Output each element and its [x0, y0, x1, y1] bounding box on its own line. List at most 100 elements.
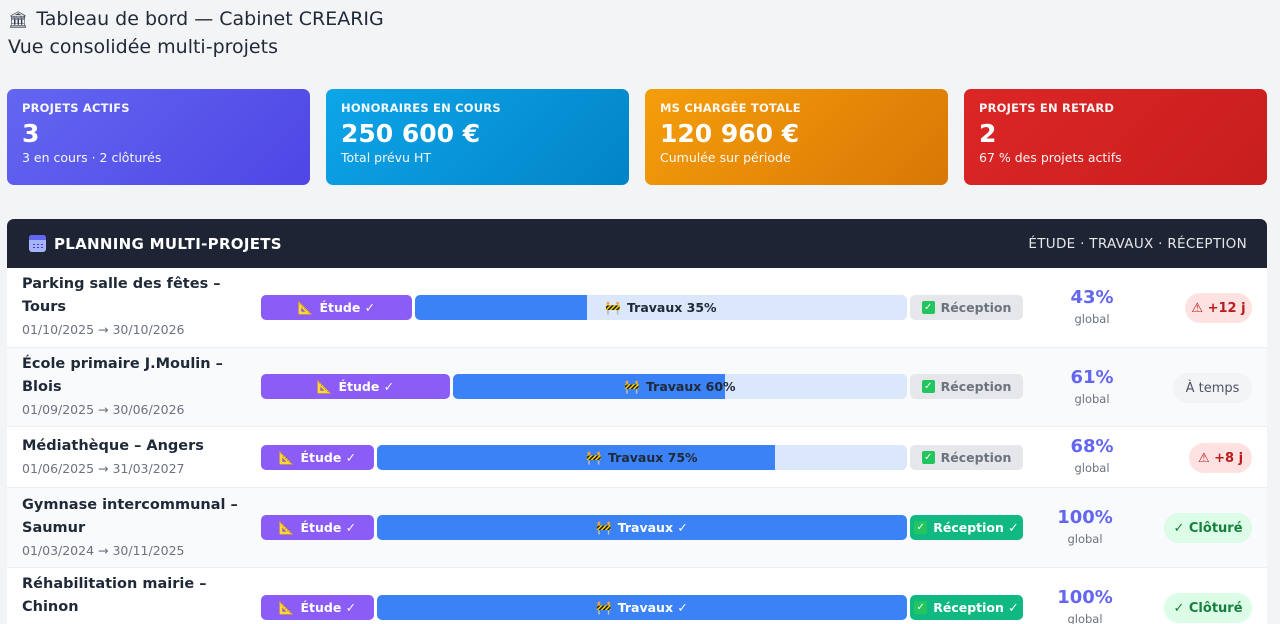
planning-panel: PLANNING MULTI-PROJETS ÉTUDE · TRAVAUX ·…: [7, 219, 1267, 624]
kpi-card-fees: HONORAIRES EN COURS 250 600 € Total prév…: [326, 89, 629, 185]
project-name: Médiathèque – Angers: [22, 438, 204, 454]
planning-legend: ÉTUDE · TRAVAUX · RÉCEPTION: [1028, 235, 1247, 252]
project-row[interactable]: Parking salle des fêtes – Tours 01/10/20…: [7, 268, 1267, 348]
global-label: global: [1074, 461, 1110, 475]
phase-etude[interactable]: 📐 Étude ✓: [261, 374, 450, 399]
phase-travaux-label: Travaux 35%: [627, 299, 717, 315]
construction-icon: 🚧: [596, 599, 612, 615]
phase-reception-label: Réception: [940, 300, 1012, 315]
kpi-label: PROJETS ACTIFS: [22, 101, 130, 115]
ruler-icon: 📐: [278, 519, 295, 535]
travaux-progress-fill: [377, 445, 775, 470]
global-percent: 100%: [1057, 507, 1113, 528]
phase-etude[interactable]: 📐 Étude ✓: [261, 515, 374, 540]
phase-reception-label: Réception: [940, 450, 1012, 465]
phase-travaux[interactable]: 🚧 Travaux 35%: [415, 295, 907, 320]
global-percent: 43%: [1070, 287, 1114, 308]
phase-etude-label: Étude ✓: [300, 600, 357, 615]
kpi-value: 2: [979, 119, 997, 148]
phase-reception[interactable]: ✓ Réception: [910, 295, 1023, 320]
global-label: global: [1067, 612, 1103, 624]
construction-icon: 🚧: [605, 299, 621, 315]
bank-icon: 🏛: [8, 9, 29, 29]
construction-icon: 🚧: [586, 449, 602, 465]
status-badge: ✓ Clôturé: [1164, 593, 1252, 623]
global-progress: 68% global: [1042, 436, 1142, 475]
project-name: Parking salle des fêtes – Tours: [22, 276, 221, 315]
global-label: global: [1067, 532, 1103, 546]
phase-travaux-label: Travaux 75%: [608, 449, 698, 465]
project-dates: 01/03/2024 → 30/11/2025: [22, 543, 185, 558]
kpi-card-payroll: MS CHARGÉE TOTALE 120 960 € Cumulée sur …: [645, 89, 948, 185]
global-progress: 100% global: [1035, 507, 1135, 546]
phase-etude[interactable]: 📐 Étude ✓: [261, 295, 412, 320]
kpi-card-active-projects: PROJETS ACTIFS 3 3 en cours · 2 clôturés: [7, 89, 310, 185]
phase-travaux[interactable]: 🚧 Travaux 60%: [453, 374, 907, 399]
kpi-value: 120 960 €: [660, 119, 800, 148]
project-row[interactable]: Réhabilitation mairie – Chinon 📐 Étude ✓ …: [7, 568, 1267, 624]
checkbox-icon: ✓: [914, 601, 928, 614]
kpi-label: PROJETS EN RETARD: [979, 101, 1115, 115]
phase-travaux-label: Travaux 60%: [646, 378, 736, 394]
kpi-sub: 3 en cours · 2 clôturés: [22, 150, 162, 165]
global-percent: 100%: [1057, 587, 1113, 608]
project-dates: 01/10/2025 → 30/10/2026: [22, 322, 185, 337]
checkbox-icon: ✓: [921, 301, 935, 314]
phase-etude-label: Étude ✓: [300, 450, 357, 465]
kpi-card-late-projects: PROJETS EN RETARD 2 67 % des projets act…: [964, 89, 1267, 185]
phase-reception[interactable]: ✓ Réception ✓: [910, 595, 1023, 620]
phase-reception-label: Réception ✓: [933, 600, 1019, 615]
status-badge: À temps: [1173, 373, 1252, 403]
phase-reception-label: Réception: [940, 379, 1012, 394]
ruler-icon: 📐: [316, 378, 333, 394]
construction-icon: 🚧: [596, 519, 612, 535]
page-header: 🏛 Tableau de bord — Cabinet CREARIG Vue …: [8, 6, 384, 58]
kpi-value: 250 600 €: [341, 119, 481, 148]
phase-travaux-label: Travaux ✓: [617, 599, 688, 615]
checkbox-icon: ✓: [921, 451, 935, 464]
checkbox-icon: ✓: [914, 521, 928, 534]
global-label: global: [1074, 392, 1110, 406]
global-progress: 100% global: [1035, 587, 1135, 624]
kpi-value: 3: [22, 119, 40, 148]
planning-title-group: PLANNING MULTI-PROJETS: [29, 235, 282, 253]
global-progress: 43% global: [1042, 287, 1142, 326]
status-badge: ⚠ +8 j: [1189, 443, 1252, 473]
phase-etude[interactable]: 📐 Étude ✓: [261, 445, 374, 470]
checkbox-icon: ✓: [921, 380, 935, 393]
kpi-sub: Cumulée sur période: [660, 150, 791, 165]
project-name: Gymnase intercommunal – Saumur: [22, 497, 238, 536]
status-badge: ✓ Clôturé: [1164, 513, 1252, 543]
project-row[interactable]: École primaire J.Moulin – Blois 01/09/20…: [7, 348, 1267, 427]
ruler-icon: 📐: [297, 299, 314, 315]
phase-travaux-label: Travaux ✓: [617, 519, 688, 535]
kpi-cards: PROJETS ACTIFS 3 3 en cours · 2 clôturés…: [7, 89, 1267, 185]
kpi-sub: Total prévu HT: [341, 150, 431, 165]
project-row[interactable]: Médiathèque – Angers 01/06/2025 → 31/03/…: [7, 427, 1267, 488]
global-label: global: [1074, 312, 1110, 326]
ruler-icon: 📐: [278, 449, 295, 465]
phase-travaux[interactable]: 🚧 Travaux 75%: [377, 445, 907, 470]
planning-title: PLANNING MULTI-PROJETS: [54, 234, 282, 253]
phase-etude-label: Étude ✓: [300, 520, 357, 535]
planning-header: PLANNING MULTI-PROJETS ÉTUDE · TRAVAUX ·…: [7, 219, 1267, 268]
phase-travaux[interactable]: 🚧 Travaux ✓: [377, 595, 907, 620]
phase-reception[interactable]: ✓ Réception: [910, 445, 1023, 470]
phase-etude[interactable]: 📐 Étude ✓: [261, 595, 374, 620]
status-badge: ⚠ +12 j: [1185, 293, 1252, 323]
calendar-icon: [29, 235, 46, 252]
project-dates: 01/09/2025 → 30/06/2026: [22, 402, 185, 417]
page-title-row: 🏛 Tableau de bord — Cabinet CREARIG: [8, 6, 384, 32]
phase-travaux[interactable]: 🚧 Travaux ✓: [377, 515, 907, 540]
project-dates: 01/06/2025 → 31/03/2027: [22, 461, 185, 476]
global-percent: 61%: [1070, 367, 1114, 388]
phase-reception[interactable]: ✓ Réception ✓: [910, 515, 1023, 540]
phase-reception[interactable]: ✓ Réception: [910, 374, 1023, 399]
construction-icon: 🚧: [624, 378, 640, 394]
kpi-label: MS CHARGÉE TOTALE: [660, 101, 801, 115]
phase-reception-label: Réception ✓: [933, 520, 1019, 535]
global-percent: 68%: [1070, 436, 1114, 457]
kpi-sub: 67 % des projets actifs: [979, 150, 1122, 165]
ruler-icon: 📐: [278, 599, 295, 615]
project-row[interactable]: Gymnase intercommunal – Saumur 01/03/202…: [7, 488, 1267, 568]
